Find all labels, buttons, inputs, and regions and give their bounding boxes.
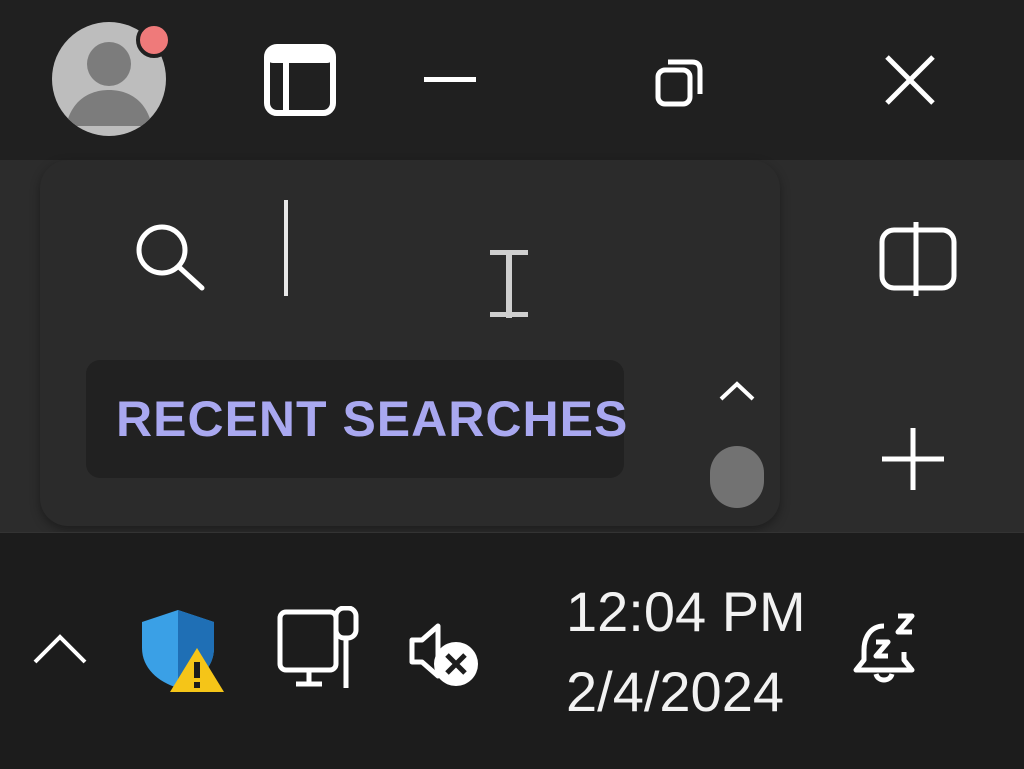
notification-badge — [136, 22, 172, 58]
text-cursor-icon — [490, 250, 530, 318]
minimize-button[interactable] — [424, 76, 476, 84]
split-view-icon — [879, 222, 957, 296]
plus-icon — [882, 428, 944, 490]
clock-date: 2/4/2024 — [566, 660, 784, 723]
toggle-pane-button[interactable] — [264, 44, 336, 116]
sidebar-pane-icon — [264, 44, 336, 116]
network-button[interactable] — [276, 606, 364, 690]
scrollbar-thumb[interactable] — [710, 446, 764, 508]
split-view-button[interactable] — [878, 222, 958, 296]
wired-network-icon — [277, 606, 359, 688]
windows-security-icon[interactable] — [140, 608, 224, 692]
bell-snooze-icon — [853, 613, 915, 683]
scroll-up-icon[interactable] — [718, 380, 756, 402]
volume-muted-icon — [409, 623, 478, 686]
notifications-button[interactable] — [850, 612, 924, 686]
search-icon — [134, 222, 208, 292]
restore-icon — [655, 59, 703, 107]
clock[interactable]: 12:04 PM 2/4/2024 — [566, 572, 826, 732]
close-button[interactable] — [884, 54, 936, 106]
restore-button[interactable] — [654, 56, 706, 108]
shield-warning-icon — [142, 610, 224, 692]
add-button[interactable] — [882, 428, 944, 490]
search-input[interactable] — [284, 200, 288, 296]
minimize-icon — [424, 77, 476, 82]
close-icon — [885, 55, 935, 105]
recent-searches-label: RECENT SEARCHES — [116, 391, 629, 447]
chevron-up-icon — [33, 634, 87, 664]
volume-button[interactable] — [406, 618, 482, 690]
clock-time: 12:04 PM — [566, 580, 806, 643]
show-hidden-icons-button[interactable] — [32, 632, 88, 666]
recent-searches-header: RECENT SEARCHES — [86, 360, 627, 478]
